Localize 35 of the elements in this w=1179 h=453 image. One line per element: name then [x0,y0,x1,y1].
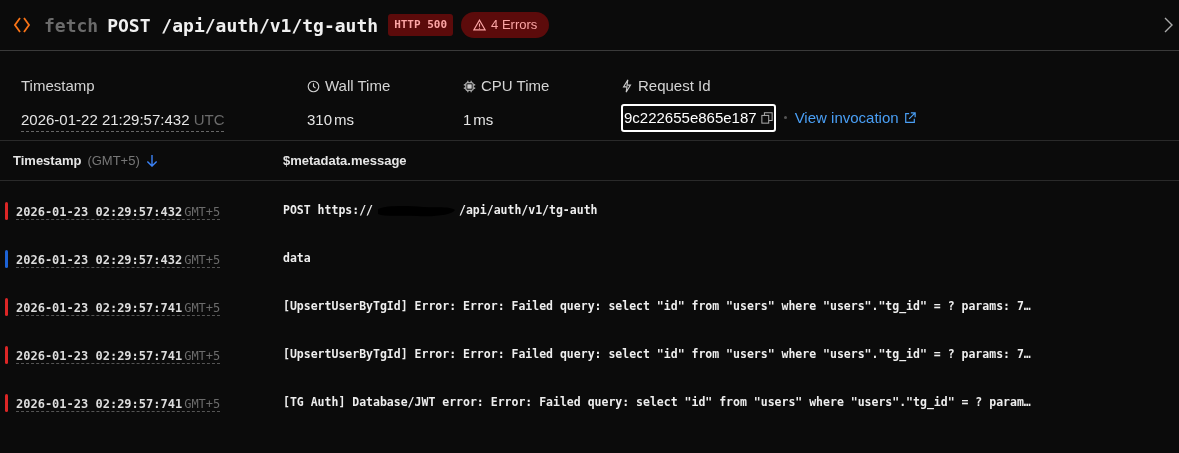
row-timestamp: 2026-01-23 02:29:57:741 GMT+5 [16,300,222,318]
stat-label: CPU Time [481,76,550,96]
request-id-copy-button[interactable]: 9c222655e865e187 [621,103,776,132]
row-timestamp: 2026-01-23 02:29:57:741 GMT+5 [16,396,222,414]
log-message: POST https:// [283,202,373,220]
log-message: data [283,250,311,268]
warning-icon [473,19,487,31]
timestamp-value: 2026-01-22 21:29:57:432 UTC [21,108,225,132]
column-note: (GMT+5) [87,151,140,170]
log-message: /api/auth/v1/tg-auth [459,202,598,220]
stat-label: Request Id [638,76,711,96]
errors-count: 4 Errors [491,16,538,35]
lightning-icon [621,79,633,94]
sort-down-arrow-icon[interactable] [145,154,158,167]
chevron-right-icon[interactable] [1163,16,1175,34]
external-link-icon [903,111,916,124]
log-message: [TG Auth] Database/JWT error: Error: Failed query: select "id" from "users" where "users"."tg_id" = ? param… [283,394,1031,412]
log-message: [UpsertUserByTgId] Error: Error: Failed query: select "id" from "users" where "users"."tg_id" = ? params: 7… [283,346,1031,364]
column-header[interactable]: $metadata.message [283,150,407,171]
log-message: [UpsertUserByTgId] Error: Error: Failed query: select "id" from "users" where "users"."tg_id" = ? params: 7… [283,298,1031,316]
row-timestamp: 2026-01-23 02:29:57:432 GMT+5 [16,204,222,222]
request-title: POST /api/auth/v1/tg-auth [107,13,379,38]
view-invocation-link[interactable]: View invocation [794,106,916,129]
stat-label: Wall Time [325,76,391,96]
row-timestamp: 2026-01-23 02:29:57:432 GMT+5 [16,252,222,270]
status-badge: HTTP 500 [388,13,454,37]
wall-time-value: 310ms [307,109,356,130]
column-header[interactable]: Timestamp [13,150,82,171]
kind-label: fetch [44,13,99,38]
clock-icon [307,79,320,93]
copy-icon [760,111,773,124]
row-timestamp: 2026-01-23 02:29:57:741 GMT+5 [16,348,222,366]
chip-icon [463,79,476,93]
stat-label: Timestamp [21,76,96,96]
cpu-time-value: 1ms [463,109,495,130]
